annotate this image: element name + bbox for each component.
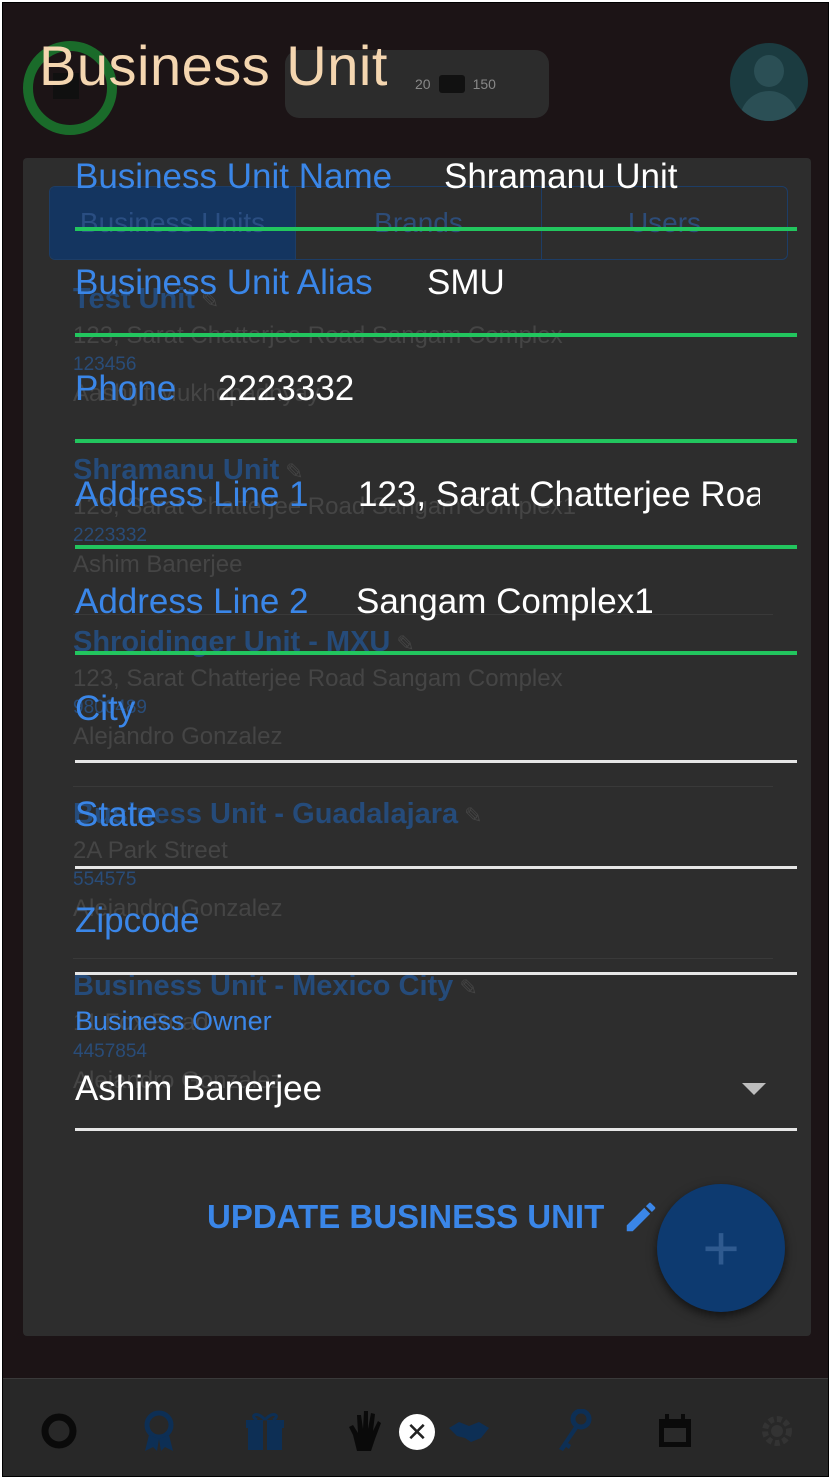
phone-field[interactable]: Phone 2223332 — [75, 367, 797, 447]
field-underline — [75, 972, 797, 975]
gift-icon[interactable] — [243, 1409, 287, 1453]
owner-underline — [75, 1128, 797, 1131]
award-icon[interactable] — [137, 1409, 181, 1453]
field-label: Phone — [75, 369, 177, 408]
business-unit-name-input[interactable]: Shramanu Unit — [444, 157, 784, 197]
plus-icon: + — [702, 1212, 740, 1284]
avatar[interactable] — [730, 43, 808, 121]
business-unit-alias-input[interactable]: SMU — [427, 263, 787, 303]
field-label: Zipcode — [75, 901, 200, 940]
state-field[interactable]: State — [75, 793, 797, 873]
video-camera-icon — [438, 75, 465, 93]
address-line-1-field[interactable]: Address Line 1 123, Sarat Chatterjee Roa — [75, 473, 797, 553]
field-underline — [75, 760, 797, 763]
business-owner-label: Business Owner — [75, 1006, 272, 1036]
unit-owner: Ashim Banerjee — [73, 551, 243, 578]
pencil-icon — [627, 1202, 656, 1232]
field-underline — [75, 651, 797, 655]
field-label: State — [75, 795, 157, 834]
avatar-body — [740, 91, 798, 121]
update-button-label: UPDATE BUSINESS UNIT — [207, 1198, 605, 1235]
counter-first: 20 — [415, 76, 431, 92]
hand-icon[interactable] — [343, 1409, 387, 1453]
business-unit-alias-field[interactable]: Business Unit Alias SMU — [75, 261, 797, 341]
divider — [73, 786, 773, 787]
handshake-icon[interactable] — [447, 1409, 491, 1453]
unit-phone: 4457854 — [73, 1041, 147, 1062]
app-screen: 20 150 Business Units Brands Users Test … — [2, 2, 829, 1477]
field-label: Address Line 1 — [75, 475, 309, 514]
field-underline — [75, 439, 797, 443]
add-button[interactable]: + — [657, 1184, 785, 1312]
circle-logo-icon[interactable] — [37, 1409, 81, 1453]
gear-icon[interactable] — [755, 1409, 799, 1453]
close-icon[interactable]: ✕ — [399, 1414, 435, 1450]
caret-down-icon[interactable] — [742, 1083, 766, 1095]
avatar-head — [754, 55, 784, 87]
zipcode-field[interactable]: Zipcode — [75, 899, 797, 979]
field-label: Business Unit Alias — [75, 263, 373, 302]
bottom-nav: ✕ — [3, 1378, 828, 1476]
field-underline — [75, 227, 797, 231]
business-owner-select[interactable]: Ashim Banerjee — [75, 1069, 322, 1109]
field-underline — [75, 333, 797, 337]
calendar-icon[interactable] — [653, 1409, 697, 1453]
field-label: Business Unit Name — [75, 157, 393, 196]
counter-second: 150 — [472, 76, 496, 92]
field-label: City — [75, 689, 136, 728]
update-business-unit-button[interactable]: UPDATE BUSINESS UNIT — [199, 1189, 668, 1245]
field-underline — [75, 545, 797, 549]
phone-input[interactable]: 2223332 — [218, 369, 778, 409]
field-label: Address Line 2 — [75, 582, 309, 621]
address-line-2-field[interactable]: Address Line 2 Sangam Complex1 — [75, 580, 797, 660]
dialog-title: Business Unit — [39, 34, 388, 97]
key-icon[interactable] — [551, 1409, 595, 1453]
address-line-2-input[interactable]: Sangam Complex1 — [356, 582, 776, 622]
business-unit-name-field[interactable]: Business Unit Name Shramanu Unit — [75, 155, 797, 235]
address-line-1-input[interactable]: 123, Sarat Chatterjee Roa — [358, 475, 760, 515]
field-underline — [75, 866, 797, 869]
city-field[interactable]: City — [75, 687, 797, 767]
